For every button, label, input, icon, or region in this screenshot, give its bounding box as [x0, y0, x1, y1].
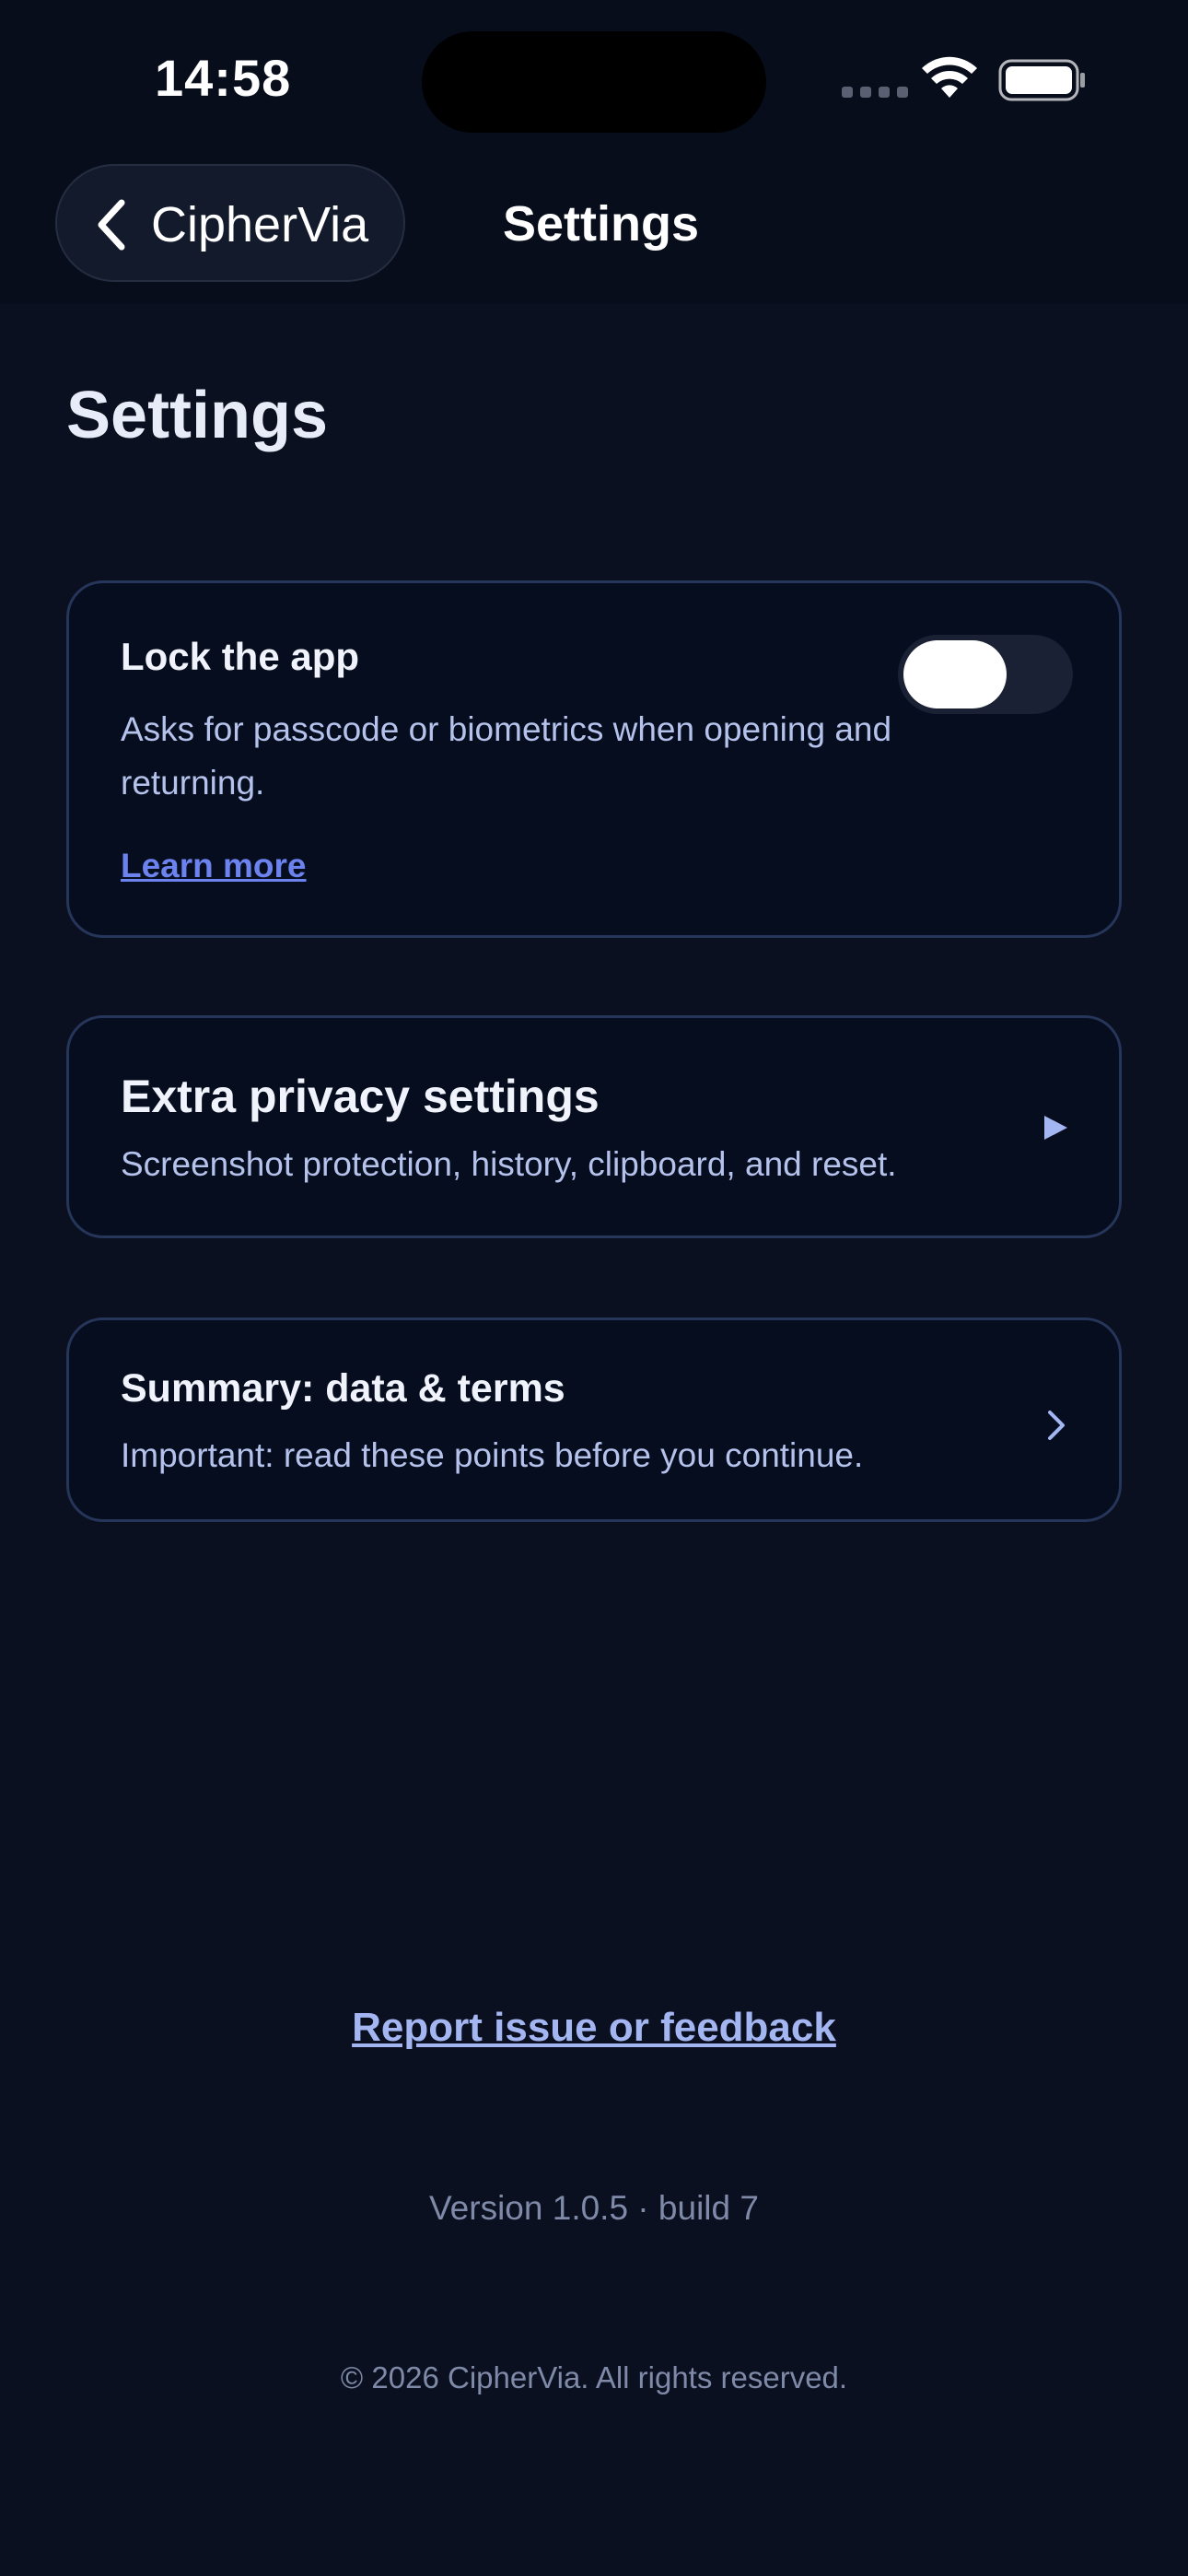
- chevron-left-icon: [98, 199, 125, 251]
- summary-description: Important: read these points before you …: [121, 1436, 864, 1474]
- copyright-label: © 2026 CipherVia. All rights reserved.: [340, 2360, 848, 2395]
- page-title: Settings: [66, 379, 329, 452]
- nav-title: Settings: [503, 196, 700, 252]
- extra-privacy-settings-card[interactable]: Extra privacy settings Screenshot protec…: [66, 1015, 1122, 1238]
- lock-app-description: Asks for passcode or biometrics when ope…: [121, 710, 892, 802]
- summary-title: Summary: data & terms: [121, 1366, 565, 1411]
- toggle-knob: [903, 640, 1007, 708]
- report-feedback-link[interactable]: Report issue or feedback: [0, 2005, 1188, 2051]
- battery-icon: [998, 59, 1085, 101]
- lock-app-toggle[interactable]: [898, 635, 1073, 714]
- extra-privacy-title: Extra privacy settings: [121, 1071, 600, 1122]
- version-label: Version 1.0.5 · build 7: [429, 2189, 759, 2227]
- play-triangle-icon: [1044, 1116, 1067, 1140]
- extra-privacy-description: Screenshot protection, history, clipboar…: [121, 1145, 897, 1183]
- chevron-right-icon: [1048, 1411, 1065, 1440]
- summary-data-terms-card[interactable]: Summary: data & terms Important: read th…: [66, 1317, 1122, 1522]
- cellular-signal-icon: [842, 87, 908, 98]
- wifi-icon: [922, 56, 977, 98]
- lock-app-title: Lock the app: [121, 635, 360, 678]
- dynamic-island: [422, 31, 766, 133]
- learn-more-link[interactable]: Learn more: [121, 847, 307, 885]
- back-button-label: CipherVia: [151, 197, 369, 252]
- lock-app-card: Lock the app Asks for passcode or biomet…: [66, 580, 1122, 938]
- back-button[interactable]: CipherVia: [55, 164, 405, 282]
- status-time: 14:58: [155, 49, 292, 107]
